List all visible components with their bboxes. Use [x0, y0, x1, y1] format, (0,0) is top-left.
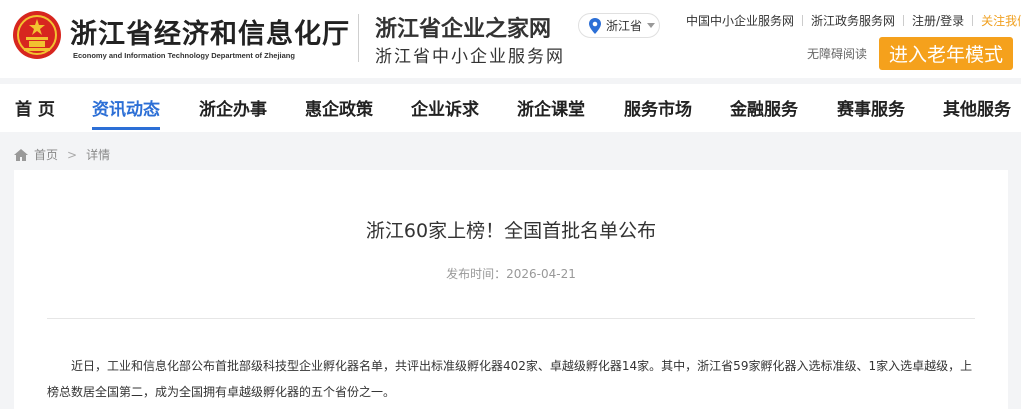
site-title[interactable]: 浙江省企业之家网 — [375, 11, 551, 43]
nav-item-competition[interactable]: 赛事服务 — [837, 95, 905, 120]
department-name-en: Economy and Information Technology Depar… — [73, 51, 295, 60]
link-separator — [903, 15, 905, 26]
location-label: 浙江省 — [606, 19, 643, 33]
main-nav: 首 页 资讯动态 浙企办事 惠企政策 企业诉求 浙企课堂 服务市场 金融服务 赛… — [0, 84, 1021, 132]
article-divider — [47, 318, 975, 319]
login-link[interactable]: 注册/登录 — [912, 12, 964, 29]
header-divider — [358, 14, 359, 62]
home-icon — [14, 148, 28, 161]
top-links: 中国中小企业服务网 浙江政务服务网 注册/登录 关注我们 — [686, 12, 1021, 29]
department-name: 浙江省经济和信息化厅 — [70, 19, 350, 50]
nav-item-classroom[interactable]: 浙企课堂 — [517, 95, 585, 120]
link-sme-service[interactable]: 中国中小企业服务网 — [686, 12, 794, 29]
nav-item-affairs[interactable]: 浙企办事 — [199, 95, 267, 120]
nav-item-appeals[interactable]: 企业诉求 — [411, 95, 479, 120]
link-separator — [802, 15, 804, 26]
publish-time: 发布时间：2026-04-21 — [446, 267, 576, 281]
link-separator — [972, 15, 974, 26]
publish-label: 发布时间 — [446, 267, 495, 281]
chevron-right-icon: > — [67, 147, 78, 162]
nav-item-finance[interactable]: 金融服务 — [730, 95, 798, 120]
location-pin-icon — [589, 17, 601, 34]
article-title: 浙江60家上榜！全国首批名单公布 — [365, 220, 657, 242]
follow-us-link[interactable]: 关注我们 — [981, 12, 1021, 29]
breadcrumb-home[interactable]: 首页 — [34, 146, 58, 163]
national-emblem-icon — [13, 11, 61, 59]
nav-item-policy[interactable]: 惠企政策 — [305, 95, 373, 120]
publish-date: 2026-04-21 — [506, 267, 576, 281]
nav-item-home[interactable]: 首 页 — [15, 95, 55, 120]
accessibility-link[interactable]: 无障碍阅读 — [807, 45, 867, 62]
nav-active-indicator — [92, 127, 160, 130]
breadcrumb: 首页 > 详情 — [14, 146, 110, 163]
nav-item-news[interactable]: 资讯动态 — [92, 95, 160, 120]
nav-item-other[interactable]: 其他服务 — [943, 95, 1011, 120]
link-gov-service[interactable]: 浙江政务服务网 — [811, 12, 895, 29]
site-subtitle: 浙江省中小企业服务网 — [375, 47, 565, 67]
article-container: 浙江60家上榜！全国首批名单公布 发布时间：2026-04-21 近日，工业和信… — [14, 170, 1008, 409]
site-header: 浙江省经济和信息化厅 Economy and Information Techn… — [0, 0, 1021, 78]
nav-item-market[interactable]: 服务市场 — [624, 95, 692, 120]
breadcrumb-current: 详情 — [86, 148, 111, 162]
chevron-down-icon — [647, 23, 656, 28]
article-body: 近日，工业和信息化部公布首批部级科技型企业孵化器名单，共评出标准级孵化器402家… — [47, 359, 973, 399]
elder-mode-button[interactable]: 进入老年模式 — [879, 37, 1013, 70]
location-selector[interactable]: 浙江省 — [578, 13, 660, 38]
